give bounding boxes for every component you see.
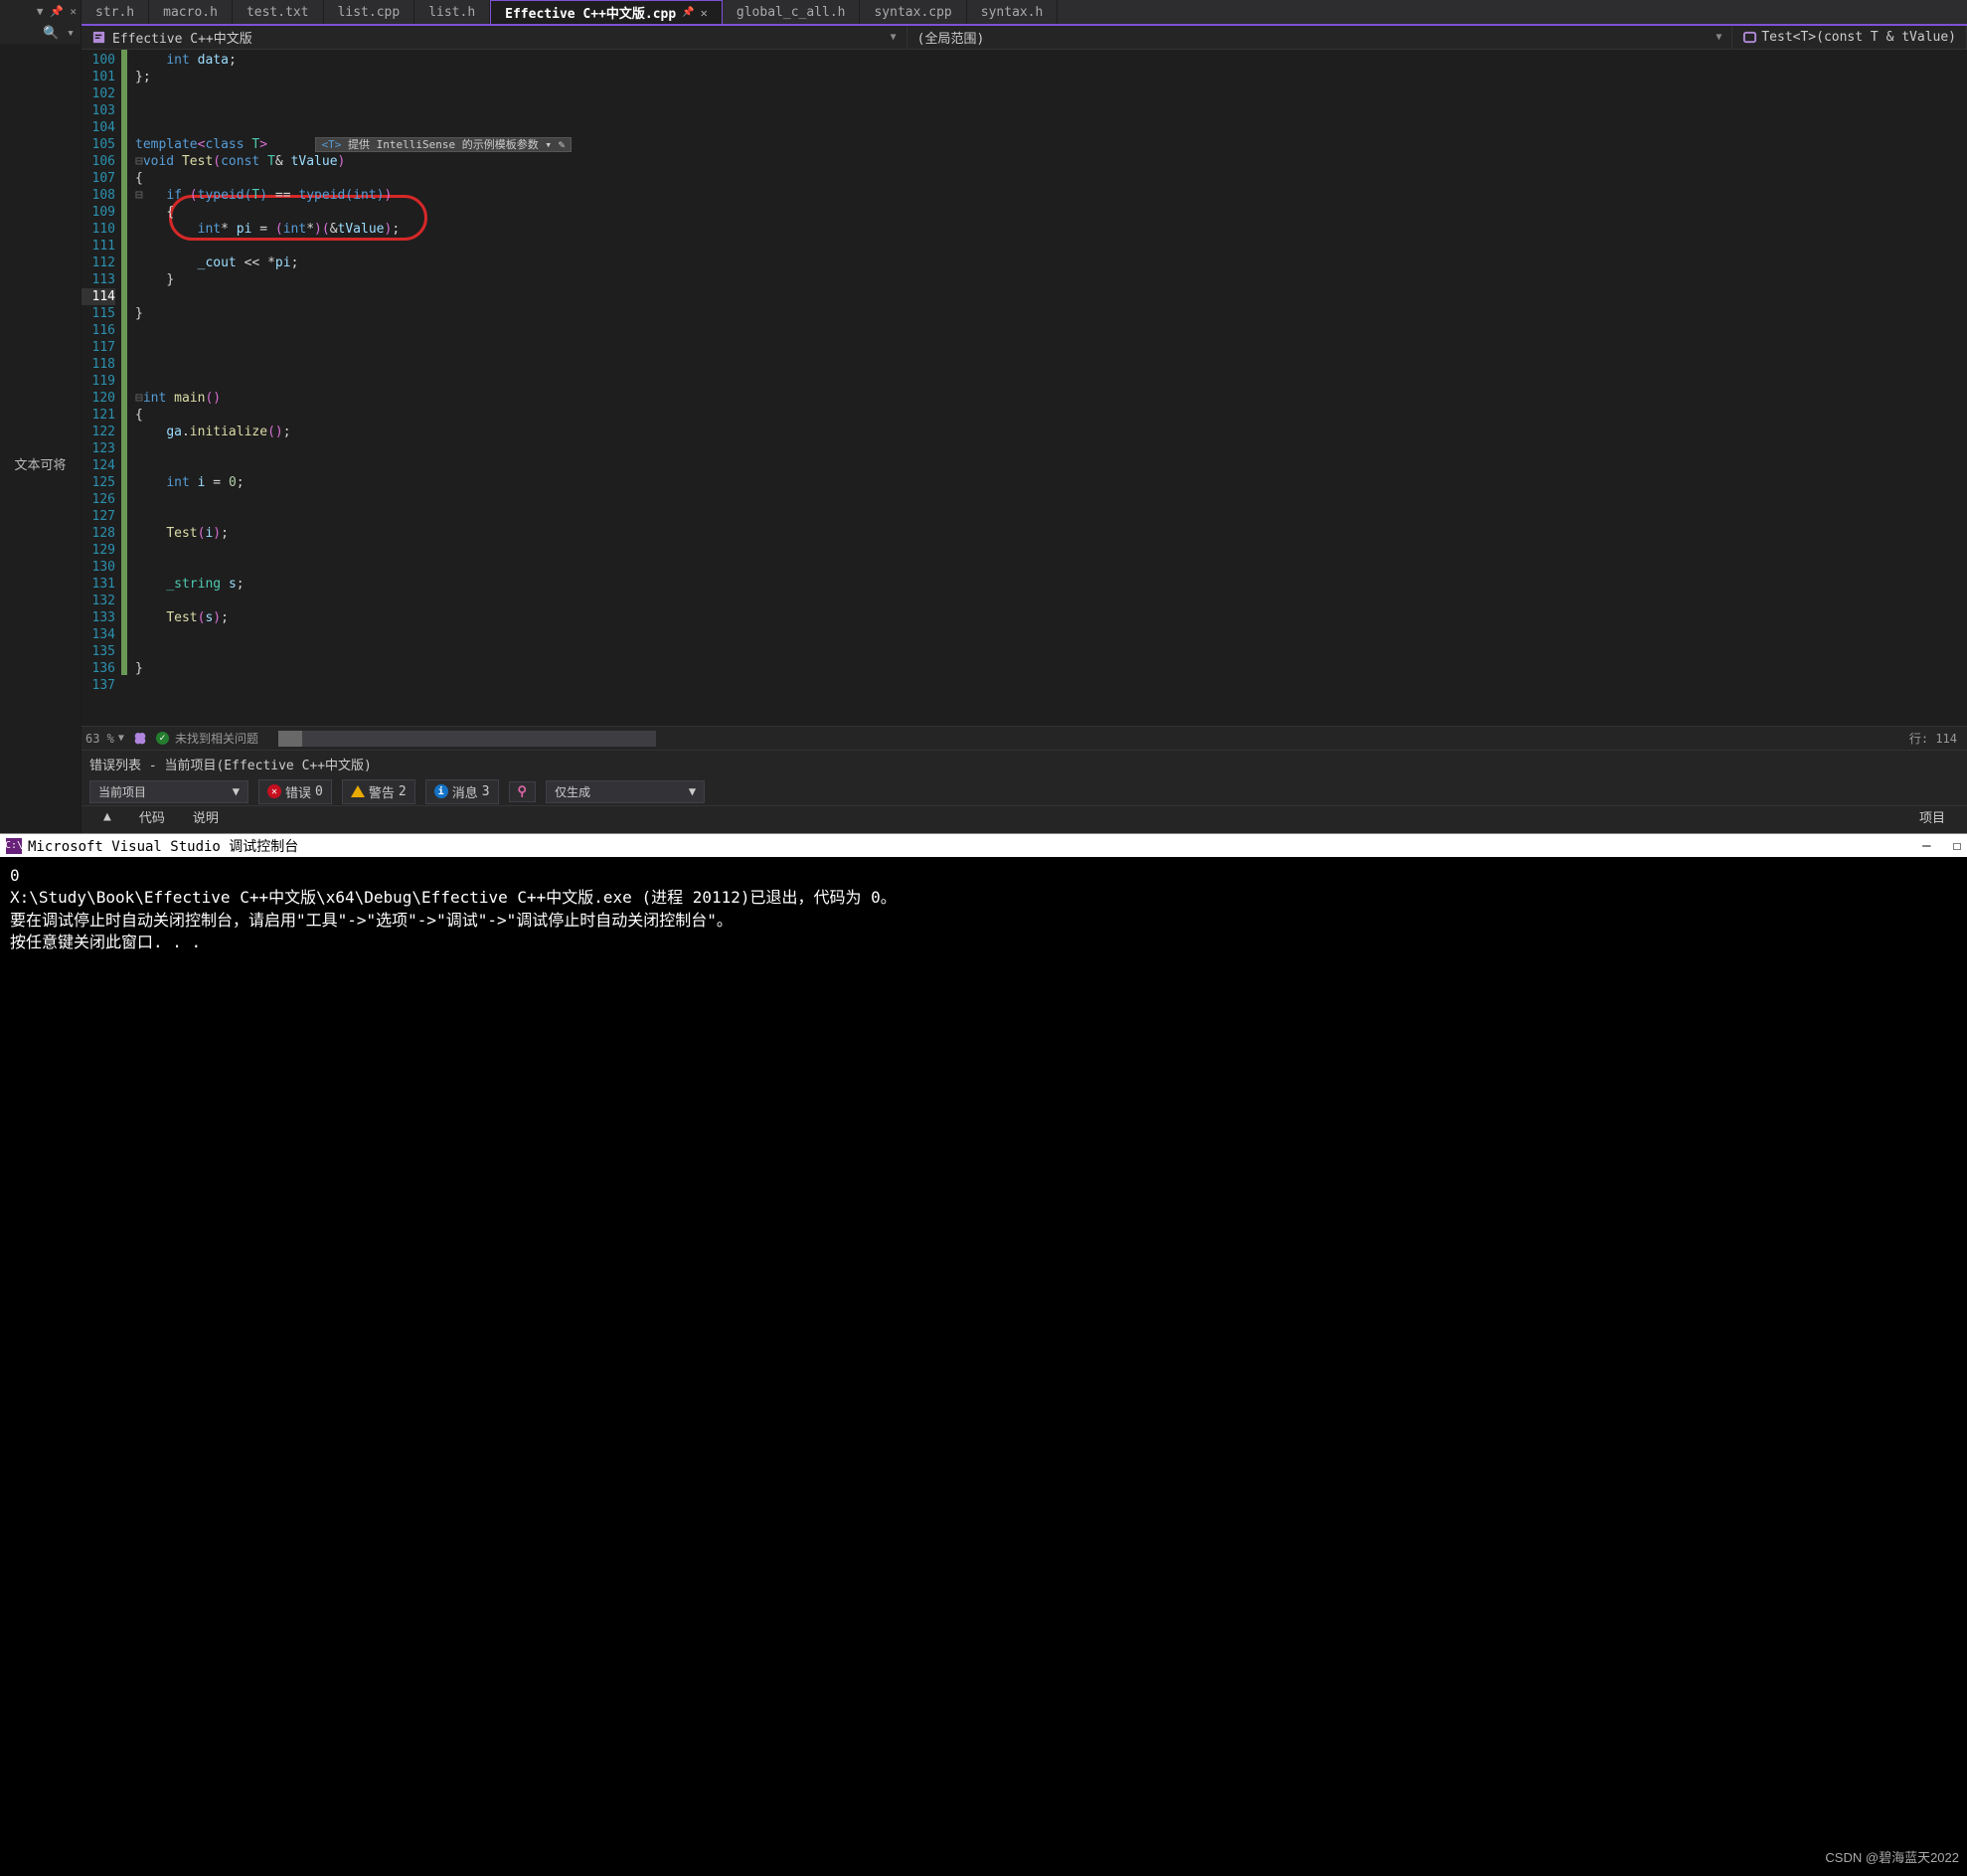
error-icon: ✕ bbox=[267, 784, 281, 798]
pin-icon[interactable]: 📌 bbox=[682, 7, 694, 18]
tab-list-cpp[interactable]: list.cpp bbox=[324, 0, 415, 24]
tabbar: str.hmacro.htest.txtlist.cpplist.hEffect… bbox=[82, 0, 1967, 26]
toolwindow-header-buttons[interactable]: ▼ 📌 ✕ bbox=[0, 0, 81, 22]
tab-syntax-h[interactable]: syntax.h bbox=[967, 0, 1059, 24]
col-code[interactable]: 代码 bbox=[125, 807, 179, 826]
tab-syntax-cpp[interactable]: syntax.cpp bbox=[860, 0, 966, 24]
check-icon: ✓ bbox=[156, 732, 169, 745]
tab-test-txt[interactable]: test.txt bbox=[233, 0, 324, 24]
cursor-position: 行: 114 bbox=[1909, 730, 1963, 747]
scope-filter-dropdown[interactable]: 当前项目▼ bbox=[89, 780, 248, 803]
brain-icon[interactable] bbox=[132, 731, 148, 747]
console-title: Microsoft Visual Studio 调试控制台 bbox=[28, 836, 298, 856]
line-gutter: 1001011021031041051061071081091101111121… bbox=[82, 50, 121, 726]
warning-icon bbox=[351, 785, 365, 797]
console-output[interactable]: 0 X:\Study\Book\Effective C++中文版\x64\Deb… bbox=[0, 857, 1967, 1876]
errors-toggle[interactable]: ✕ 错误 0 bbox=[258, 779, 332, 804]
filter-button[interactable]: ⚲ bbox=[509, 781, 537, 802]
symbol-nav: Effective C++中文版 ▼ (全局范围) ▼ Test<T>(cons… bbox=[82, 26, 1967, 50]
code-content[interactable]: int data;};template<class T> <T> 提供 Inte… bbox=[127, 50, 1967, 726]
editor-status-bar: 63 %▼ ✓ 未找到相关问题 行: 114 bbox=[82, 726, 1967, 750]
tab-str-h[interactable]: str.h bbox=[82, 0, 149, 24]
tab-macro-h[interactable]: macro.h bbox=[149, 0, 233, 24]
col-project[interactable]: 项目 bbox=[1905, 807, 1959, 826]
toolwindow-left: ▼ 📌 ✕ 🔍 ▾ 文本可将 bbox=[0, 0, 82, 833]
maximize-button[interactable]: ☐ bbox=[1953, 838, 1961, 854]
search-icon[interactable]: 🔍 ▾ bbox=[0, 22, 81, 44]
issues-status[interactable]: ✓ 未找到相关问题 bbox=[156, 730, 258, 747]
error-list-columns: ▲ 代码 说明 项目 bbox=[82, 805, 1967, 827]
messages-toggle[interactable]: i 消息 3 bbox=[425, 779, 499, 804]
console-icon: C:\ bbox=[6, 838, 22, 854]
minimize-button[interactable]: — bbox=[1922, 838, 1930, 854]
chevron-down-icon: ▼ bbox=[1716, 32, 1721, 43]
error-list-panel: 错误列表 - 当前项目(Effective C++中文版) 当前项目▼ ✕ 错误… bbox=[82, 750, 1967, 833]
toolwindow-left-body: 文本可将 bbox=[0, 44, 81, 833]
close-icon[interactable]: ✕ bbox=[701, 6, 708, 20]
method-icon bbox=[1742, 30, 1757, 45]
tab-effective-c-cpp[interactable]: Effective C++中文版.cpp📌✕ bbox=[490, 0, 723, 24]
watermark: CSDN @碧海蓝天2022 bbox=[1825, 1847, 1959, 1866]
console-window-titlebar[interactable]: C:\ Microsoft Visual Studio 调试控制台 — ☐ bbox=[0, 833, 1967, 857]
warnings-toggle[interactable]: 警告 2 bbox=[342, 779, 415, 804]
file-icon bbox=[91, 30, 106, 45]
method-dropdown[interactable]: Test<T>(const T & tValue) bbox=[1732, 26, 1967, 49]
zoom-dropdown[interactable]: 63 %▼ bbox=[85, 732, 124, 746]
col-desc[interactable]: 说明 bbox=[179, 807, 233, 826]
build-filter-dropdown[interactable]: 仅生成▼ bbox=[546, 780, 705, 803]
member-scope-dropdown[interactable]: (全局范围) ▼ bbox=[907, 26, 1733, 49]
error-list-title: 错误列表 - 当前项目(Effective C++中文版) bbox=[82, 751, 1967, 777]
filter-icon: ⚲ bbox=[518, 784, 528, 799]
horizontal-scrollbar[interactable] bbox=[278, 731, 656, 747]
chevron-down-icon: ▼ bbox=[891, 32, 897, 43]
scope-dropdown[interactable]: Effective C++中文版 ▼ bbox=[82, 26, 907, 49]
tab-global_c_all-h[interactable]: global_c_all.h bbox=[723, 0, 861, 24]
tab-list-h[interactable]: list.h bbox=[414, 0, 490, 24]
info-icon: i bbox=[434, 784, 448, 798]
code-editor[interactable]: 1001011021031041051061071081091101111121… bbox=[82, 50, 1967, 726]
